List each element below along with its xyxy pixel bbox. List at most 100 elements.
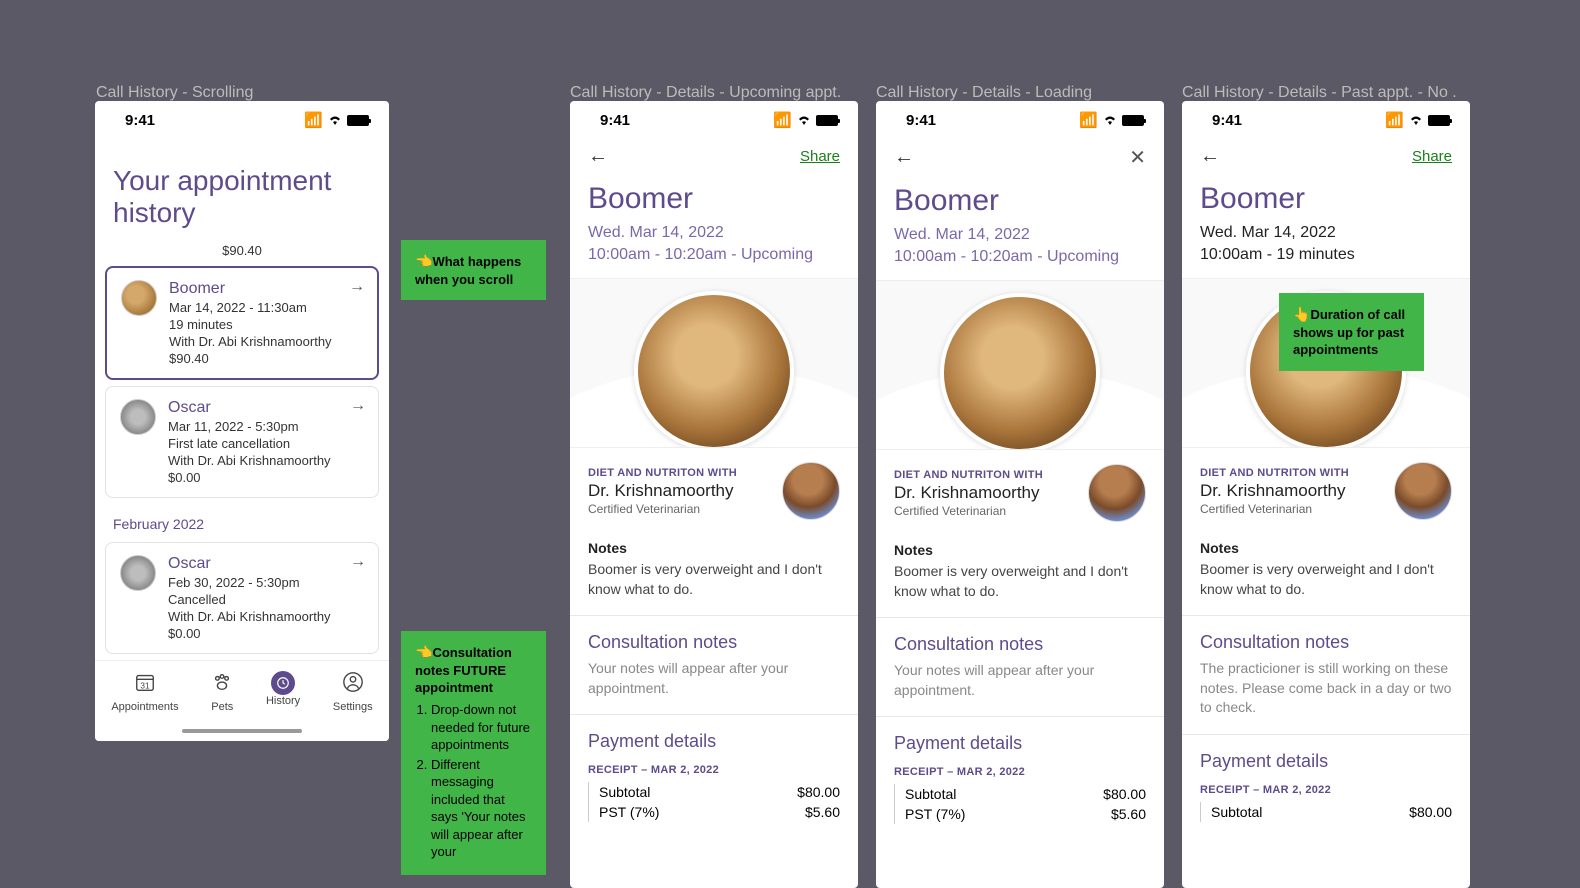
consultation-notes-heading: Consultation notes [1182, 620, 1470, 659]
receipt-label: RECEIPT – MAR 2, 2022 [876, 760, 1164, 784]
payment-details-heading: Payment details [570, 719, 858, 758]
status-icons: 📶 [304, 111, 369, 129]
wifi-icon [327, 112, 343, 129]
cut-off-price: $90.40 [95, 237, 389, 258]
appt-vet: With Dr. Abi Krishnamoorthy [169, 334, 332, 349]
pet-name-title: Boomer [876, 180, 1164, 218]
pet-hero-avatar [940, 293, 1100, 450]
appt-datetime: Mar 14, 2022 - 11:30am [169, 300, 332, 315]
chevron-right-icon: → [349, 278, 365, 296]
tab-settings[interactable]: Settings [333, 671, 373, 713]
pet-hero-avatar [634, 291, 794, 448]
note-text: Duration of call shows up for past appoi… [1293, 307, 1405, 357]
status-bar: 9:41 📶 [570, 101, 858, 135]
tab-label: Pets [211, 701, 233, 713]
vet-name: Dr. Krishnamoorthy [588, 481, 737, 501]
screen-detail-upcoming: 9:41 📶 ← Share Boomer Wed. Mar 14, 2022 … [570, 101, 858, 888]
consultation-notes-text: Your notes will appear after your appoin… [570, 659, 858, 710]
back-button[interactable]: ← [1200, 145, 1220, 168]
frame-label-2: Call History - Details - Upcoming appt. [570, 84, 841, 102]
receipt-label: RECEIPT – MAR 2, 2022 [570, 758, 858, 782]
pet-avatar [120, 399, 156, 435]
receipt-label: RECEIPT – MAR 2, 2022 [1182, 778, 1470, 802]
vet-name: Dr. Krishnamoorthy [894, 483, 1043, 503]
subtotal-label: Subtotal [599, 784, 650, 800]
appointment-card-oscar-1[interactable]: → Oscar Mar 11, 2022 - 5:30pm First late… [105, 386, 379, 498]
status-bar: 9:41 📶 [876, 101, 1164, 135]
appointment-card-oscar-2[interactable]: → Oscar Feb 30, 2022 - 5:30pm Cancelled … [105, 542, 379, 654]
appt-date: Wed. Mar 14, 2022 [876, 218, 1164, 244]
notes-text: Boomer is very overweight and I don't kn… [570, 560, 858, 611]
appt-date: Wed. Mar 14, 2022 [1182, 216, 1470, 242]
notes-label: Notes [1182, 528, 1470, 560]
appt-price: $90.40 [169, 351, 332, 366]
hero-section [570, 278, 858, 448]
chevron-right-icon: → [350, 397, 366, 415]
pet-name: Boomer [169, 280, 332, 298]
annotation-note-scroll: 👈What happens when you scroll [401, 240, 546, 300]
annotation-note-duration: 👆Duration of call shows up for past appo… [1279, 293, 1424, 371]
chevron-right-icon: → [350, 553, 366, 571]
consultation-topic: DIET AND NUTRITON WITH [588, 467, 737, 479]
signal-icon: 📶 [304, 111, 323, 129]
appt-vet: With Dr. Abi Krishnamoorthy [168, 609, 331, 624]
status-bar: 9:41 📶 [1182, 101, 1470, 135]
tab-appointments[interactable]: 31 Appointments [111, 671, 178, 713]
vet-title: Certified Veterinarian [894, 504, 1043, 518]
consultation-notes-heading: Consultation notes [570, 620, 858, 659]
appt-time-duration: 10:00am - 19 minutes [1182, 242, 1470, 278]
home-indicator [182, 729, 302, 733]
appt-vet: With Dr. Abi Krishnamoorthy [168, 453, 331, 468]
appt-note: Cancelled [168, 592, 331, 607]
note-item-1: Drop-down not needed for future appointm… [431, 701, 532, 754]
share-link[interactable]: Share [800, 148, 840, 165]
wifi-icon [1102, 112, 1118, 129]
pet-name: Oscar [168, 555, 331, 573]
appt-duration: 19 minutes [169, 317, 332, 332]
pet-name-title: Boomer [1182, 178, 1470, 216]
notes-label: Notes [876, 530, 1164, 562]
consultation-topic: DIET AND NUTRITON WITH [1200, 467, 1349, 479]
back-button[interactable]: ← [894, 146, 914, 169]
appt-price: $0.00 [168, 626, 331, 641]
status-bar: 9:41 📶 [95, 101, 389, 135]
status-icons: 📶 [773, 111, 838, 129]
vet-avatar [782, 462, 840, 520]
pointer-icon: 👈 [415, 644, 432, 660]
subtotal-value: $80.00 [1409, 804, 1452, 820]
close-button[interactable]: ✕ [1129, 145, 1146, 170]
appointment-card-boomer[interactable]: → Boomer Mar 14, 2022 - 11:30am 19 minut… [105, 266, 379, 380]
signal-icon: 📶 [1079, 111, 1098, 129]
vet-avatar [1088, 464, 1146, 522]
pst-label: PST (7%) [905, 806, 965, 822]
paw-icon [211, 671, 233, 699]
share-link[interactable]: Share [1412, 148, 1452, 165]
frame-label-1: Call History - Scrolling [96, 84, 253, 102]
month-header: February 2022 [95, 504, 389, 536]
tab-pets[interactable]: Pets [211, 671, 233, 713]
battery-icon [347, 115, 369, 126]
status-time: 9:41 [600, 112, 630, 129]
vet-avatar [1394, 462, 1452, 520]
notes-label: Notes [570, 528, 858, 560]
pst-value: $5.60 [805, 804, 840, 820]
tab-history[interactable]: History [266, 671, 300, 713]
hero-section [876, 280, 1164, 450]
appt-datetime: Mar 11, 2022 - 5:30pm [168, 419, 331, 434]
appt-note: First late cancellation [168, 436, 331, 451]
subtotal-value: $80.00 [797, 784, 840, 800]
frame-label-3: Call History - Details - Loading [876, 84, 1092, 102]
consultation-notes-text: Your notes will appear after your appoin… [876, 661, 1164, 712]
pet-avatar [120, 555, 156, 591]
appt-date: Wed. Mar 14, 2022 [570, 216, 858, 242]
vet-title: Certified Veterinarian [588, 502, 737, 516]
back-button[interactable]: ← [588, 145, 608, 168]
notes-text: Boomer is very overweight and I don't kn… [1182, 560, 1470, 611]
signal-icon: 📶 [773, 111, 792, 129]
wifi-icon [1408, 112, 1424, 129]
payment-details-heading: Payment details [876, 721, 1164, 760]
status-icons: 📶 [1079, 111, 1144, 129]
person-icon [333, 671, 373, 699]
pointer-icon: 👆 [1293, 306, 1310, 322]
pst-label: PST (7%) [599, 804, 659, 820]
